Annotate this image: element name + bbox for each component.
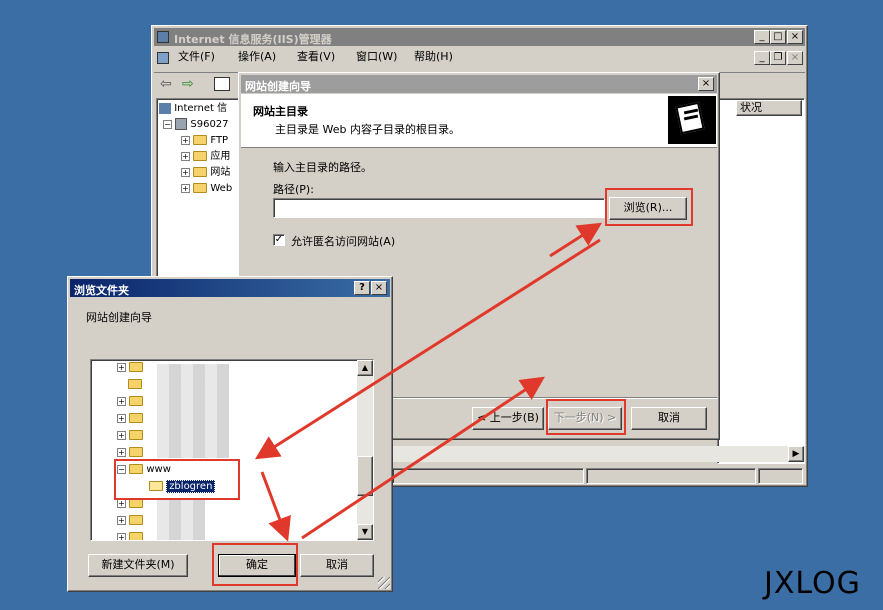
arrow-to-ok <box>260 471 291 542</box>
arrow-to-folder <box>254 238 601 460</box>
watermark: JXLOG <box>764 566 861 601</box>
arrow-to-next <box>301 376 545 540</box>
arrow-to-browse <box>549 222 603 258</box>
annotation-arrows <box>254 222 603 542</box>
